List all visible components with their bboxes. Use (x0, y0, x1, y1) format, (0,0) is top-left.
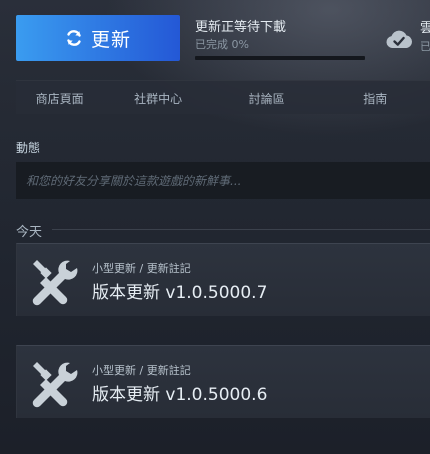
game-nav-tabs: 商店頁面 社群中心 討論區 指南 (16, 80, 430, 114)
today-heading: 今天 (16, 225, 43, 240)
update-title: 版本更新 v1.0.5000.7 (92, 283, 268, 303)
update-title: 版本更新 v1.0.5000.6 (92, 385, 268, 405)
tab-guides[interactable]: 指南 (321, 81, 430, 115)
tab-discussions[interactable]: 討論區 (213, 81, 322, 115)
cloud-sync-icon (385, 28, 413, 54)
update-kind-label: 小型更新 / 更新註記 (92, 364, 191, 377)
tab-community-hub[interactable]: 社群中心 (104, 81, 213, 115)
cloud-status-label: 雲 (420, 21, 430, 36)
update-button-label: 更新 (90, 28, 131, 51)
activity-share-input[interactable] (16, 162, 430, 199)
activity-heading: 動態 (16, 141, 41, 155)
tools-icon (29, 358, 79, 412)
today-divider (52, 229, 430, 230)
download-status-title: 更新正等待下載 (195, 20, 287, 35)
download-status-sub: 已完成 0% (195, 38, 249, 51)
refresh-icon (65, 29, 83, 47)
top-bar: 更新 更新正等待下載 已完成 0% 雲 已 (0, 0, 430, 72)
update-button[interactable]: 更新 (16, 15, 180, 61)
update-card[interactable]: 小型更新 / 更新註記 版本更新 v1.0.5000.7 (16, 243, 430, 316)
tools-icon (29, 256, 79, 310)
tab-store-page[interactable]: 商店頁面 (16, 81, 104, 115)
cloud-status-sub: 已 (420, 40, 430, 53)
download-status: 更新正等待下載 已完成 0% (195, 19, 367, 60)
download-progress-bar (195, 56, 365, 60)
update-kind-label: 小型更新 / 更新註記 (92, 262, 191, 275)
update-card[interactable]: 小型更新 / 更新註記 版本更新 v1.0.5000.6 (16, 345, 430, 418)
